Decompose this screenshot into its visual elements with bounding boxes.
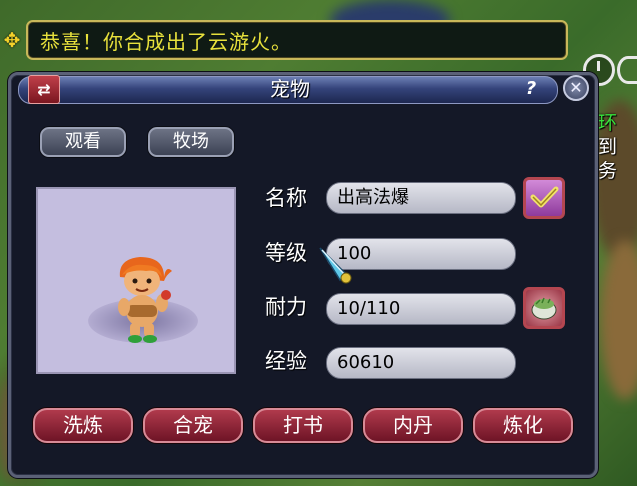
ranch-button[interactable]: 牧场 xyxy=(148,127,234,157)
feed-button[interactable] xyxy=(523,287,565,329)
side-text-1: 环 xyxy=(598,112,618,134)
confirm-name-button[interactable] xyxy=(523,177,565,219)
background-foliage xyxy=(600,240,637,400)
panel-title: 宠物 xyxy=(270,77,310,101)
inner-core-button[interactable]: 内丹 xyxy=(363,408,463,443)
skill-book-button[interactable]: 打书 xyxy=(253,408,353,443)
side-text-3: 务 xyxy=(598,160,618,182)
pet-stamina-field: 10/110 xyxy=(326,293,516,325)
experience-label: 经验 xyxy=(265,349,307,373)
name-label: 名称 xyxy=(265,186,307,210)
stopwatch-icon[interactable] xyxy=(617,56,637,84)
level-label: 等级 xyxy=(265,241,307,265)
notification-message: 恭喜！你合成出了云游火。 xyxy=(40,30,292,54)
pet-name-field[interactable]: 出高法爆 xyxy=(326,182,516,214)
help-button[interactable]: ? xyxy=(520,78,542,100)
view-button[interactable]: 观看 xyxy=(40,127,126,157)
stamina-label: 耐力 xyxy=(265,295,307,319)
pet-figure xyxy=(118,257,172,343)
move-arrows-icon[interactable]: ✥ xyxy=(1,29,23,51)
swap-arrows-icon[interactable]: ⇄ xyxy=(28,75,60,104)
transform-button[interactable]: 炼化 xyxy=(473,408,573,443)
sword-cursor-icon xyxy=(319,247,352,284)
checkmark-icon xyxy=(530,186,559,208)
system-notification: 恭喜！你合成出了云游火。 xyxy=(26,20,568,60)
refine-button[interactable]: 洗炼 xyxy=(33,408,133,443)
close-button[interactable]: ✕ xyxy=(563,75,589,101)
feed-bowl-icon xyxy=(531,297,557,320)
pet-preview xyxy=(36,187,236,374)
side-text-2: 到 xyxy=(598,136,618,158)
pet-experience-field: 60610 xyxy=(326,347,516,379)
merge-pet-button[interactable]: 合宠 xyxy=(143,408,243,443)
